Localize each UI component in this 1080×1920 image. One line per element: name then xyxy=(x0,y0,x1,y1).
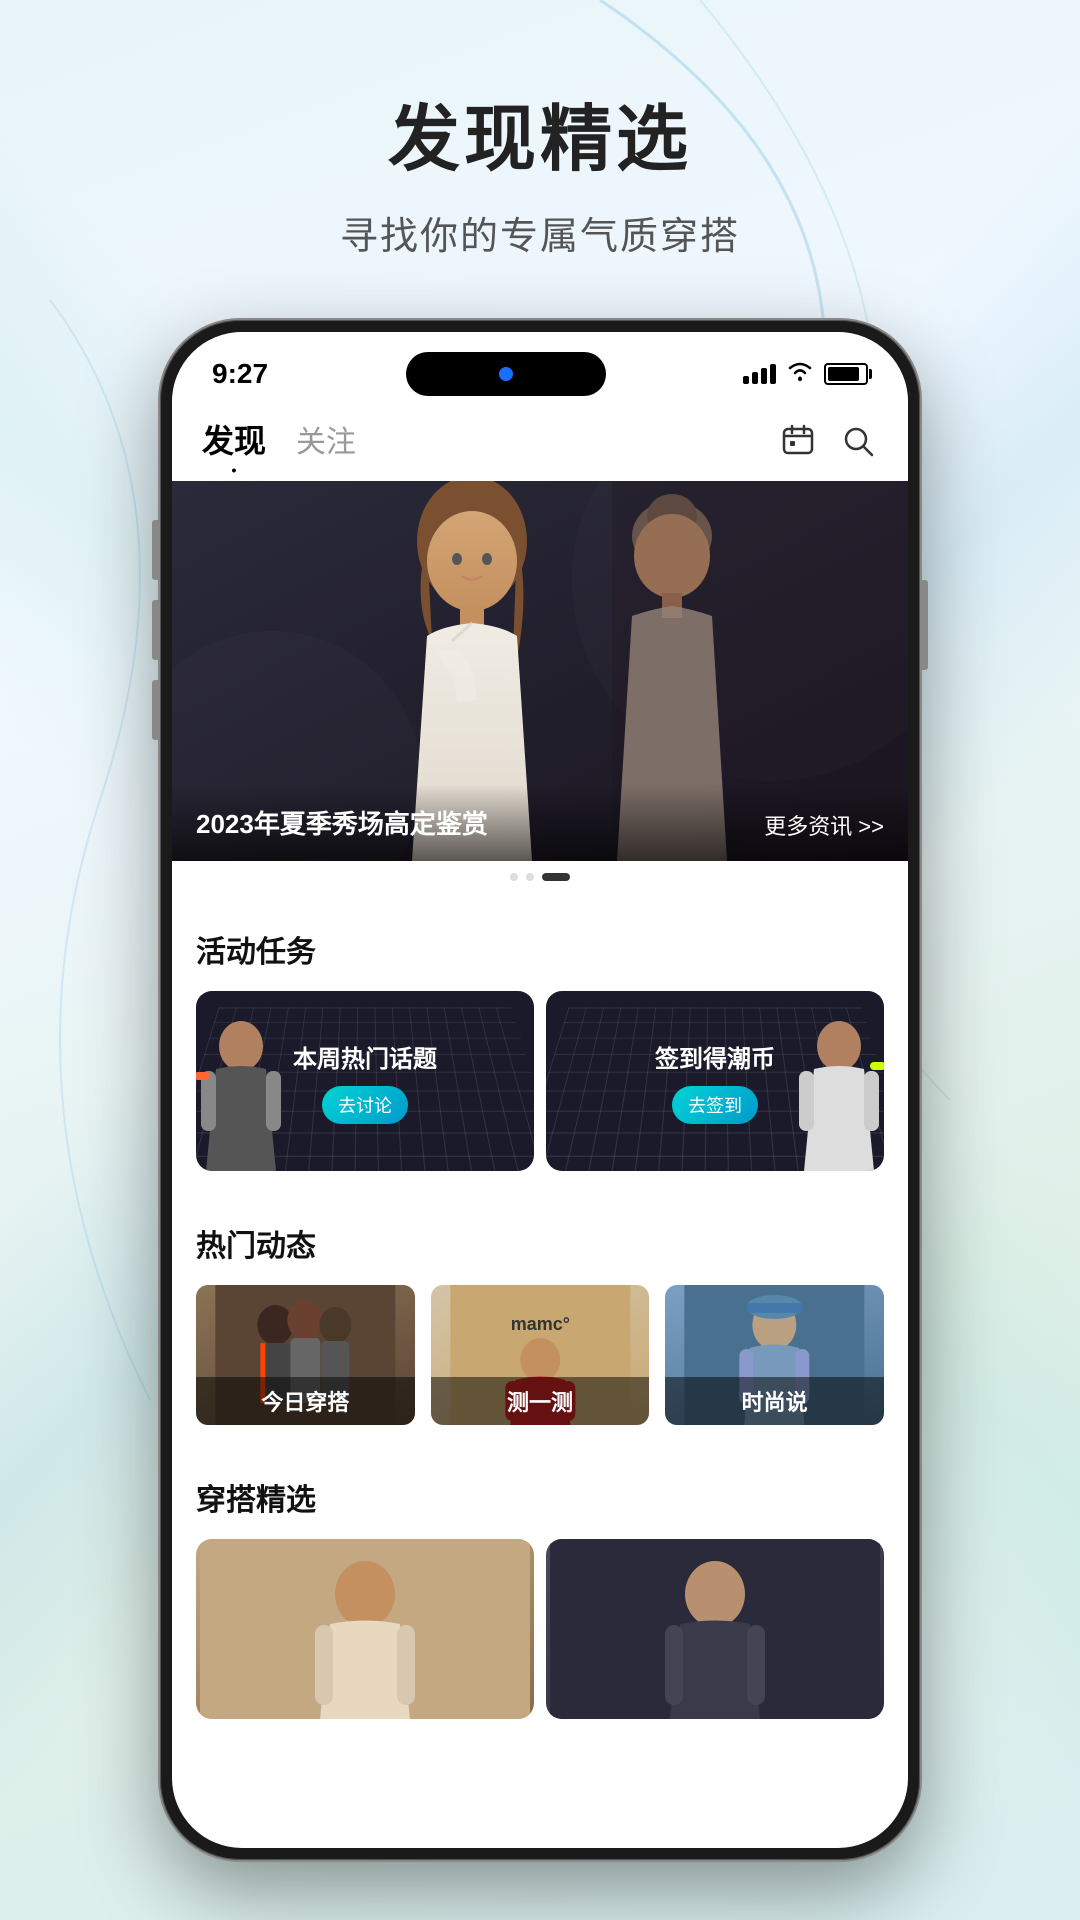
curation-card-1[interactable] xyxy=(196,1539,534,1719)
hot-trends-title: 热门动态 xyxy=(196,1221,884,1265)
nav-tabs: 发现 关注 xyxy=(172,406,908,481)
page-header: 发现精选 寻找你的专属气质穿搭 xyxy=(0,0,1080,300)
hot-item-outfit[interactable]: 今日穿搭 xyxy=(196,1285,415,1425)
hot-trends-section: 热门动态 xyxy=(172,1197,908,1441)
activity-card-checkin[interactable]: 签到得潮币 去签到 xyxy=(546,991,884,1171)
phone-mockup: 9:27 xyxy=(160,320,920,1860)
hero-banner[interactable]: 2023年夏季秀场高定鉴赏 更多资讯 >> xyxy=(172,481,908,861)
activity-grid: 本周热门话题 去讨论 xyxy=(196,991,884,1171)
scroll-content[interactable]: 2023年夏季秀场高定鉴赏 更多资讯 >> 活动任务 xyxy=(172,481,908,1848)
hot-item-test[interactable]: mamc° 测一测 xyxy=(431,1285,650,1425)
banner-dot-1[interactable] xyxy=(510,873,518,881)
bottom-spacer xyxy=(172,1735,908,1775)
hero-more-link[interactable]: 更多资讯 >> xyxy=(764,809,884,841)
banner-dot-3[interactable] xyxy=(542,873,570,881)
activity-content-1: 本周热门话题 去讨论 xyxy=(196,991,534,1171)
phone-frame: 9:27 xyxy=(160,320,920,1860)
search-button[interactable] xyxy=(838,421,878,461)
hot-trends-grid: 今日穿搭 mamc° xyxy=(196,1285,884,1425)
activity-title: 活动任务 xyxy=(196,927,884,971)
activity-btn-2[interactable]: 去签到 xyxy=(672,1086,758,1124)
signal-icon xyxy=(743,364,776,384)
activity-btn-1[interactable]: 去讨论 xyxy=(322,1086,408,1124)
wifi-icon xyxy=(786,360,814,388)
activity-card-hot-topic[interactable]: 本周热门话题 去讨论 xyxy=(196,991,534,1171)
hot-thumb-fashion: 时尚说 xyxy=(665,1285,884,1425)
activity-section: 活动任务 xyxy=(172,903,908,1187)
nav-tabs-left: 发现 关注 xyxy=(202,416,356,466)
curation-section: 穿搭精选 xyxy=(172,1451,908,1735)
dynamic-island xyxy=(406,352,606,396)
banner-dot-2[interactable] xyxy=(526,873,534,881)
hot-label-outfit: 今日穿搭 xyxy=(196,1377,415,1425)
tab-discover[interactable]: 发现 xyxy=(202,416,266,466)
battery-icon xyxy=(824,363,868,385)
tab-follow[interactable]: 关注 xyxy=(296,417,356,465)
svg-text:mamc°: mamc° xyxy=(510,1314,569,1334)
nav-tabs-right xyxy=(778,421,878,461)
activity-text-1: 本周热门话题 xyxy=(293,1039,437,1074)
activity-text-2: 签到得潮币 xyxy=(655,1039,775,1074)
hero-overlay: 2023年夏季秀场高定鉴赏 更多资讯 >> xyxy=(172,784,908,861)
activity-content-2: 签到得潮币 去签到 xyxy=(546,991,884,1171)
curation-grid xyxy=(196,1539,884,1719)
dynamic-island-camera xyxy=(499,367,513,381)
curation-card-2[interactable] xyxy=(546,1539,884,1719)
status-icons xyxy=(743,360,868,388)
page-title: 发现精选 xyxy=(60,80,1020,185)
hot-thumb-test: mamc° 测一测 xyxy=(431,1285,650,1425)
phone-screen: 9:27 xyxy=(172,332,908,1848)
status-time: 9:27 xyxy=(212,358,268,390)
curation-title: 穿搭精选 xyxy=(196,1475,884,1519)
hot-item-fashion[interactable]: 时尚说 xyxy=(665,1285,884,1425)
calendar-button[interactable] xyxy=(778,421,818,461)
page-subtitle: 寻找你的专属气质穿搭 xyxy=(60,205,1020,260)
hot-label-test: 测一测 xyxy=(431,1377,650,1425)
hot-thumb-outfit: 今日穿搭 xyxy=(196,1285,415,1425)
status-bar: 9:27 xyxy=(172,332,908,406)
hero-banner-title: 2023年夏季秀场高定鉴赏 xyxy=(196,804,488,841)
hot-label-fashion: 时尚说 xyxy=(665,1377,884,1425)
banner-dots xyxy=(172,861,908,893)
